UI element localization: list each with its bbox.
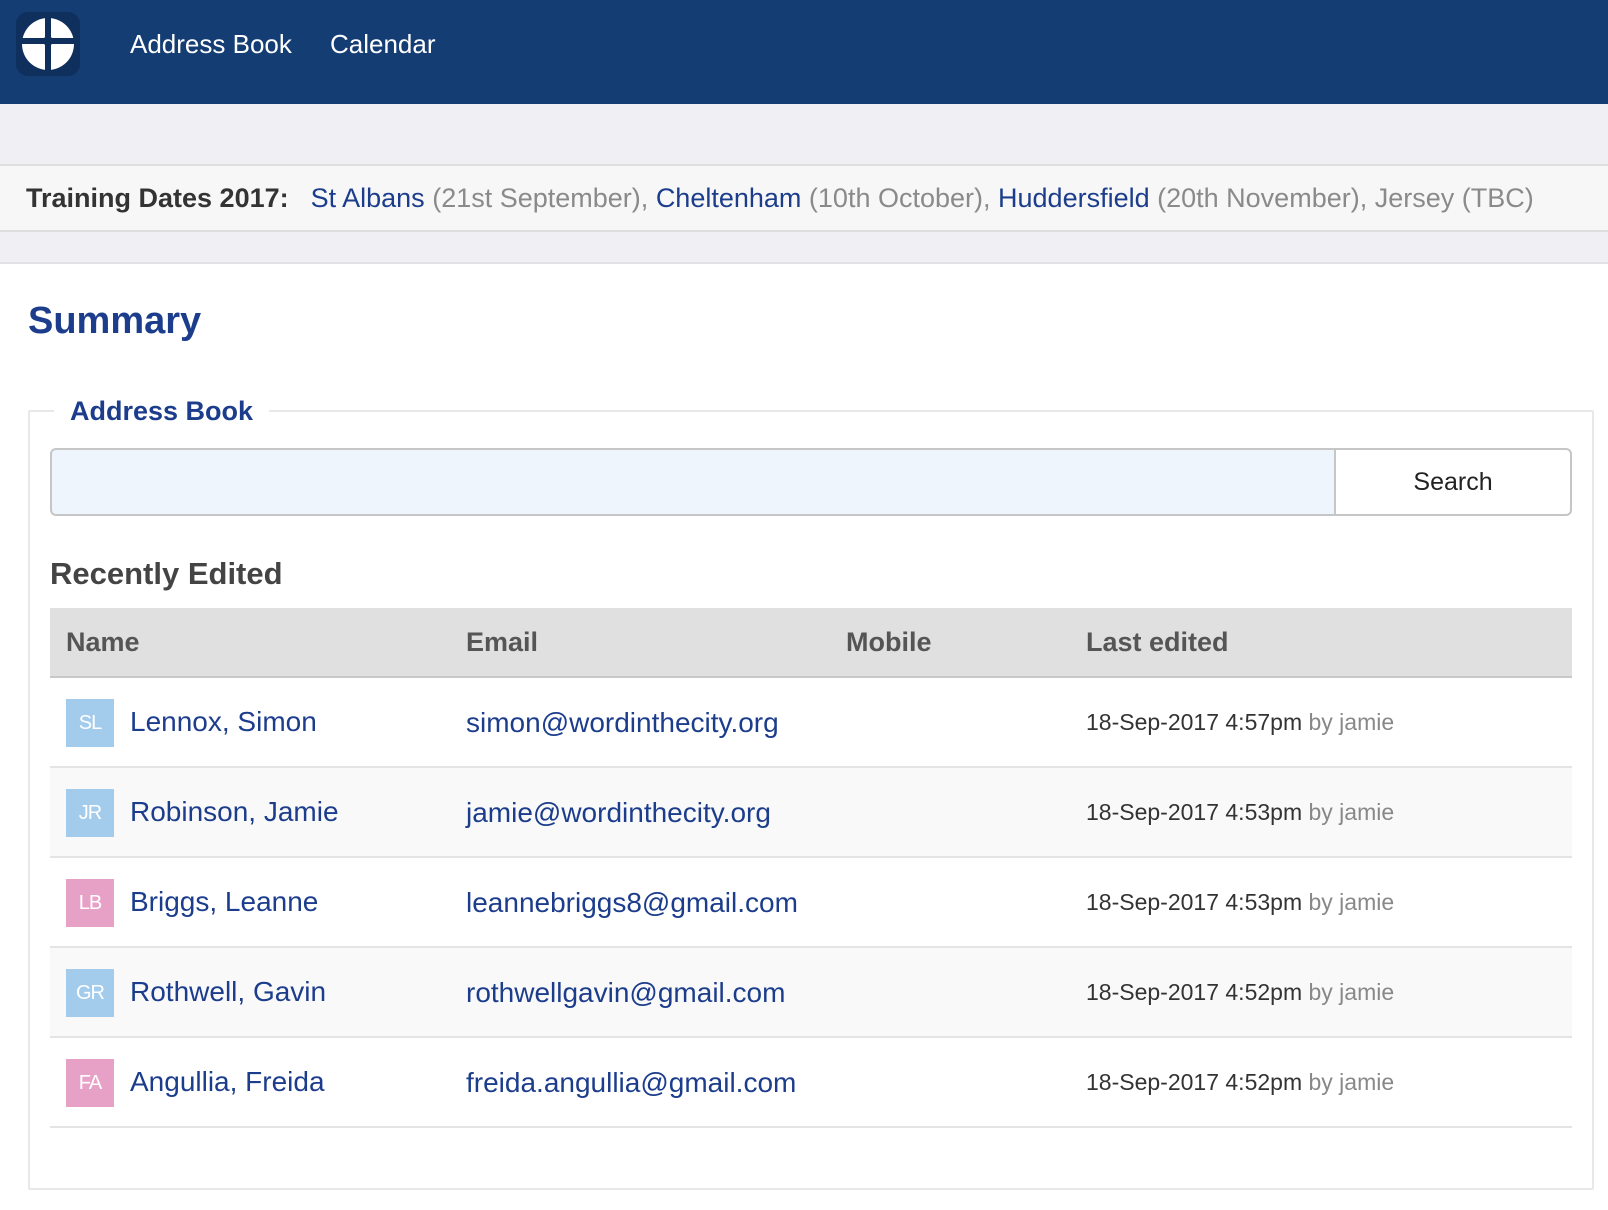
contact-email-link[interactable]: jamie@wordinthecity.org (466, 768, 771, 858)
last-edited-by: by jamie (1308, 1069, 1395, 1095)
table-row: SL Lennox, Simon simon@wordinthecity.org… (50, 678, 1572, 768)
contact-name-link[interactable]: Briggs, Leanne (130, 858, 318, 946)
last-edited-time: 18-Sep-2017 4:52pm (1086, 979, 1303, 1005)
training-detail: (20th November), Jersey (TBC) (1157, 183, 1534, 213)
column-header-name[interactable]: Name (66, 608, 140, 676)
contact-name-link[interactable]: Robinson, Jamie (130, 768, 339, 856)
contact-email-link[interactable]: simon@wordinthecity.org (466, 678, 779, 768)
last-edited-by: by jamie (1308, 889, 1395, 915)
contact-email-link[interactable]: rothwellgavin@gmail.com (466, 948, 785, 1038)
last-edited: 18-Sep-2017 4:52pm by jamie (1086, 948, 1394, 1036)
table-row: GR Rothwell, Gavin rothwellgavin@gmail.c… (50, 948, 1572, 1038)
contact-name-link[interactable]: Angullia, Freida (130, 1038, 325, 1126)
cross-logo-icon[interactable] (16, 12, 80, 76)
page-band (0, 232, 1608, 264)
last-edited: 18-Sep-2017 4:57pm by jamie (1086, 678, 1394, 766)
table-row: JR Robinson, Jamie jamie@wordinthecity.o… (50, 768, 1572, 858)
training-label: Training Dates 2017: (26, 183, 289, 213)
contact-name-link[interactable]: Rothwell, Gavin (130, 948, 326, 1036)
last-edited-by: by jamie (1308, 979, 1395, 1005)
page-title: Summary (28, 300, 202, 342)
training-city-st-albans[interactable]: St Albans (311, 183, 425, 213)
nav-calendar[interactable]: Calendar (330, 26, 436, 62)
search-button[interactable]: Search (1334, 448, 1572, 516)
last-edited-time: 18-Sep-2017 4:53pm (1086, 889, 1303, 915)
contact-name-link[interactable]: Lennox, Simon (130, 678, 317, 766)
training-city-cheltenham[interactable]: Cheltenham (656, 183, 802, 213)
last-edited: 18-Sep-2017 4:53pm by jamie (1086, 858, 1394, 946)
avatar: JR (66, 789, 114, 837)
recently-edited-heading: Recently Edited (50, 556, 283, 591)
column-header-last-edited[interactable]: Last edited (1086, 608, 1229, 676)
column-header-email[interactable]: Email (466, 608, 538, 676)
last-edited-time: 18-Sep-2017 4:53pm (1086, 799, 1303, 825)
address-book-legend: Address Book (54, 392, 270, 430)
top-navbar: Address Book Calendar (0, 0, 1608, 104)
training-city-huddersfield[interactable]: Huddersfield (998, 183, 1150, 213)
training-detail: (10th October), (808, 183, 991, 213)
last-edited-time: 18-Sep-2017 4:57pm (1086, 709, 1303, 735)
nav-address-book[interactable]: Address Book (130, 26, 292, 62)
training-dates-banner: Training Dates 2017: St Albans (21st Sept… (0, 164, 1608, 232)
last-edited-time: 18-Sep-2017 4:52pm (1086, 1069, 1303, 1095)
last-edited: 18-Sep-2017 4:53pm by jamie (1086, 768, 1394, 856)
training-detail: (21st September), (432, 183, 649, 213)
recently-edited-table: Name Email Mobile Last edited SL Lennox,… (50, 608, 1572, 1128)
table-row: LB Briggs, Leanne leannebriggs8@gmail.co… (50, 858, 1572, 948)
table-row: FA Angullia, Freida freida.angullia@gmai… (50, 1038, 1572, 1128)
contact-email-link[interactable]: freida.angullia@gmail.com (466, 1038, 796, 1128)
last-edited: 18-Sep-2017 4:52pm by jamie (1086, 1038, 1394, 1126)
search-input[interactable] (50, 448, 1335, 516)
last-edited-by: by jamie (1308, 799, 1395, 825)
avatar: SL (66, 699, 114, 747)
contact-email-link[interactable]: leannebriggs8@gmail.com (466, 858, 798, 948)
avatar: LB (66, 879, 114, 927)
column-header-mobile[interactable]: Mobile (846, 608, 932, 676)
avatar: FA (66, 1059, 114, 1107)
table-body: SL Lennox, Simon simon@wordinthecity.org… (50, 678, 1572, 1128)
avatar: GR (66, 969, 114, 1017)
table-header: Name Email Mobile Last edited (50, 608, 1572, 678)
last-edited-by: by jamie (1308, 709, 1395, 735)
page-band (0, 104, 1608, 164)
